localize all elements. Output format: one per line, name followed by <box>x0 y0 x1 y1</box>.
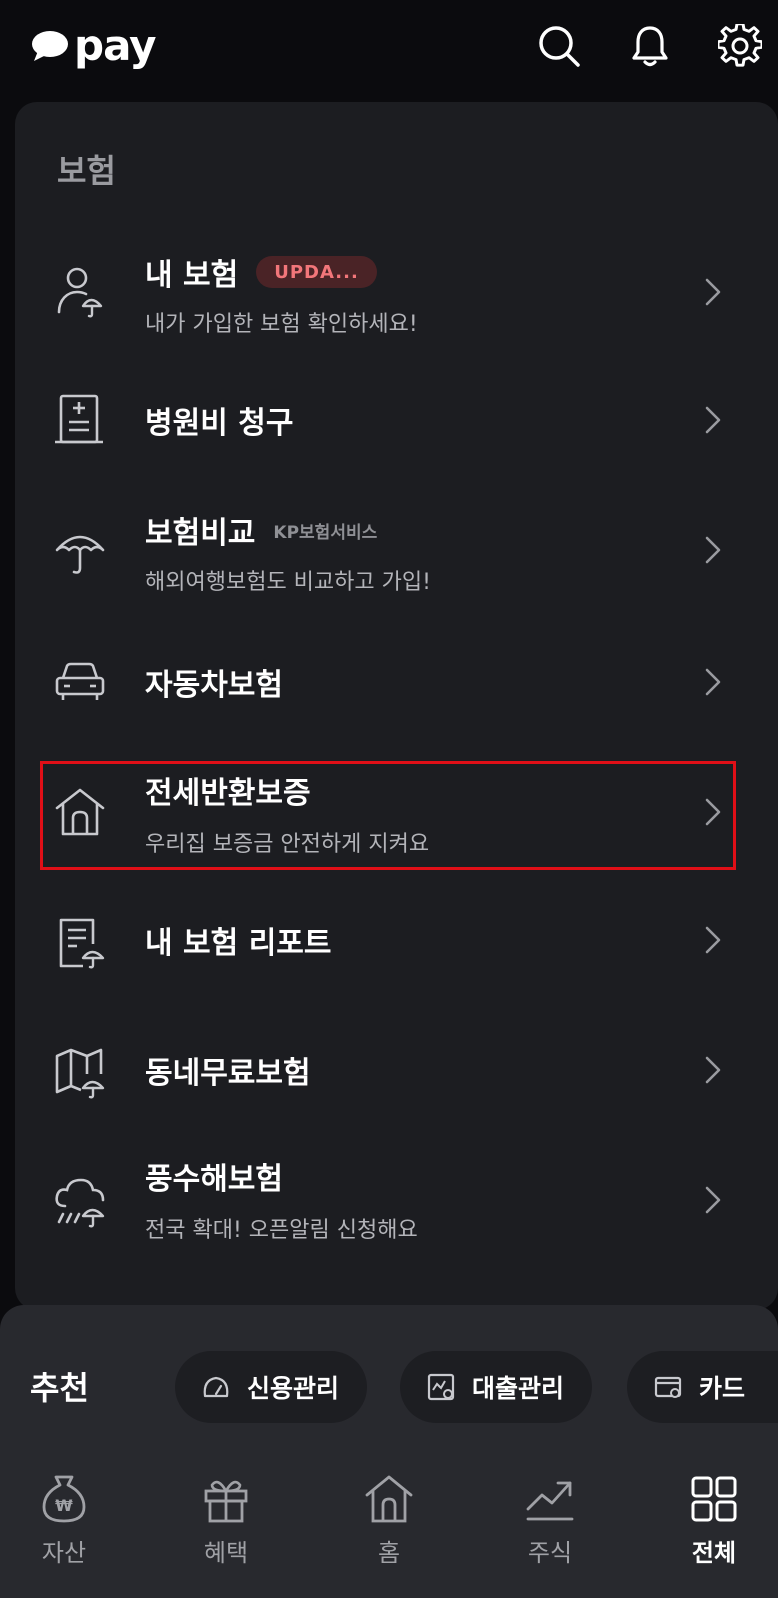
nav-label: 주식 <box>527 1539 573 1567</box>
chevron-right-icon <box>701 402 725 438</box>
chip-label: 대출관리 <box>472 1374 565 1403</box>
umbrella-icon <box>53 524 107 578</box>
insurance-item-car[interactable]: 자동차보험 <box>15 626 763 738</box>
notification-button[interactable] <box>628 24 672 68</box>
chevron-right-icon <box>701 922 725 958</box>
home-icon <box>365 1475 413 1523</box>
nav-label: 전체 <box>691 1539 737 1567</box>
item-title: 자동차보험 <box>145 668 283 703</box>
recommend-label: 추천 <box>30 1369 89 1407</box>
chip-label: 신용관리 <box>247 1374 340 1403</box>
insurance-card: 보험 내 보험 UPDA... 내가 가입한 보험 확인하세요! 병원비 청구 … <box>15 102 778 1310</box>
search-button[interactable] <box>537 24 581 68</box>
section-title: 보험 <box>57 152 116 190</box>
map-umbrella-icon <box>53 1046 107 1100</box>
item-title: 내 보험 <box>145 258 239 293</box>
insurance-item-hospital-claim[interactable]: 병원비 청구 <box>15 364 763 476</box>
svg-text:₩: ₩ <box>55 1496 73 1515</box>
chevron-right-icon <box>701 664 725 700</box>
item-subtitle: 내가 가입한 보험 확인하세요! <box>145 312 418 337</box>
loan-chart-icon <box>427 1373 455 1401</box>
search-icon <box>539 26 580 67</box>
bottom-nav: ₩ 자산 혜택 홈 주식 전체 <box>0 1455 778 1598</box>
nav-label: 혜택 <box>203 1539 249 1567</box>
item-subtitle: 해외여행보험도 비교하고 가입! <box>145 570 431 595</box>
stock-chart-icon <box>526 1481 574 1521</box>
card-icon <box>654 1376 682 1398</box>
chip-credit-management[interactable]: 신용관리 <box>175 1351 368 1423</box>
grid-icon <box>691 1476 737 1522</box>
item-subtitle: 전국 확대! 오픈알림 신청해요 <box>145 1218 418 1243</box>
nav-label: 홈 <box>377 1539 401 1567</box>
insurance-item-compare[interactable]: 보험비교 KP보험서비스 해외여행보험도 비교하고 가입! <box>15 494 763 606</box>
storm-umbrella-icon <box>53 1176 107 1230</box>
update-badge: UPDA... <box>256 256 377 288</box>
nav-item-stocks[interactable]: 주식 <box>490 1473 610 1593</box>
insurance-item-storm-flood[interactable]: 풍수해보험 전국 확대! 오픈알림 신청해요 <box>15 1146 763 1258</box>
speech-bubble-icon <box>32 31 68 61</box>
chevron-right-icon <box>701 274 725 310</box>
report-umbrella-icon <box>53 916 107 970</box>
insurance-item-my-insurance[interactable]: 내 보험 UPDA... 내가 가입한 보험 확인하세요! <box>15 236 763 348</box>
nav-item-assets[interactable]: ₩ 자산 <box>4 1473 124 1593</box>
car-icon <box>53 654 107 708</box>
chip-label: 카드 <box>699 1374 746 1403</box>
gauge-icon <box>203 1376 229 1398</box>
top-header: pay <box>0 0 778 96</box>
person-umbrella-icon <box>53 264 107 318</box>
logo-text: pay <box>74 21 156 70</box>
nav-item-home[interactable]: 홈 <box>329 1473 449 1593</box>
item-title: 병원비 청구 <box>145 406 294 441</box>
chevron-right-icon <box>701 532 725 568</box>
nav-item-all[interactable]: 전체 <box>654 1473 774 1593</box>
app-screen: pay 보험 내 보험 UPDA... 내가 가입한 보험 확인하세요! 병원비… <box>0 0 778 1598</box>
nav-label: 자산 <box>41 1539 87 1567</box>
item-title: 풍수해보험 <box>145 1162 283 1197</box>
recommend-bar: 추천 신용관리 대출관리 카드 <box>0 1305 778 1455</box>
bell-icon <box>632 26 668 67</box>
chip-loan-management[interactable]: 대출관리 <box>400 1351 593 1423</box>
item-title: 내 보험 리포트 <box>145 926 332 961</box>
highlight-box <box>40 761 736 870</box>
medical-document-icon <box>53 392 107 446</box>
item-title: 동네무료보험 <box>145 1056 311 1091</box>
insurance-item-neighborhood-free[interactable]: 동네무료보험 <box>15 1016 763 1128</box>
nav-item-benefits[interactable]: 혜택 <box>166 1473 286 1593</box>
provider-tag: KP보험서비스 <box>273 522 378 543</box>
chip-card[interactable]: 카드 <box>627 1351 778 1423</box>
gear-icon <box>716 22 764 67</box>
item-title: 보험비교 <box>145 516 256 551</box>
insurance-item-report[interactable]: 내 보험 리포트 <box>15 886 763 998</box>
chevron-right-icon <box>701 1052 725 1088</box>
money-bag-icon: ₩ <box>42 1475 86 1523</box>
gift-icon <box>204 1480 248 1523</box>
chevron-right-icon <box>701 1182 725 1218</box>
kakaopay-logo[interactable]: pay <box>30 22 156 70</box>
settings-button[interactable] <box>716 22 764 68</box>
